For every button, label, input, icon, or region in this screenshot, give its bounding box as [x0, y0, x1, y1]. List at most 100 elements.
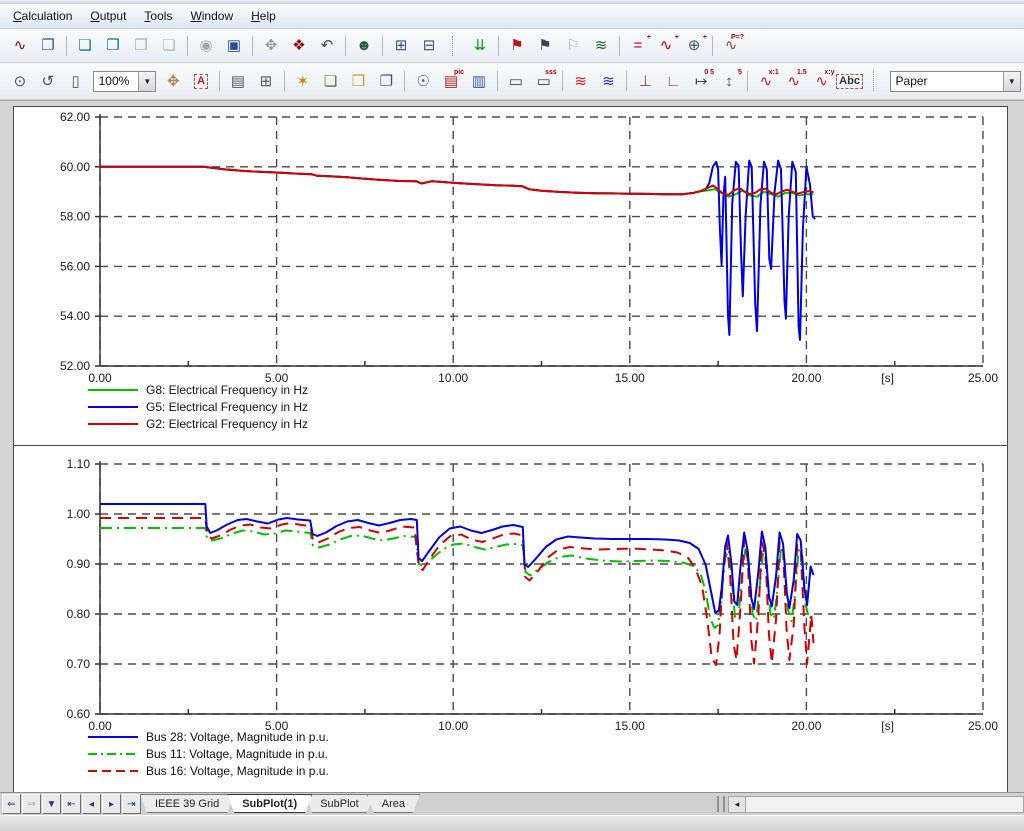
define-events-icon[interactable]: ⊕+: [681, 33, 707, 59]
scale-15-icon[interactable]: ∿1.5: [781, 68, 807, 94]
define-results-icon[interactable]: ∿+: [653, 33, 679, 59]
network-data-icon: ❏: [78, 38, 91, 53]
scale-xy-icon[interactable]: ∿x:y: [809, 68, 835, 94]
page-icon[interactable]: ▯: [63, 68, 89, 94]
voltage-chart-panel[interactable]: 0.600.700.800.901.001.100.005.0010.0015.…: [14, 446, 1007, 794]
frequency-chart-panel[interactable]: 52.0054.0056.0058.0060.0062.000.005.0010…: [14, 107, 1007, 446]
zoom-back-icon[interactable]: ↺: [35, 68, 61, 94]
menu-calculation[interactable]: Calculation: [4, 6, 81, 26]
toolbar-separator: [382, 36, 383, 56]
chevron-down-icon[interactable]: ▼: [1003, 72, 1020, 91]
copy-pages-icon[interactable]: ❐: [373, 68, 399, 94]
toolbar-separator: [187, 36, 188, 56]
update-database-icon[interactable]: ❖: [286, 33, 312, 59]
zoom-in-icon[interactable]: ⊙: [7, 68, 33, 94]
output-of-results-icon[interactable]: ∿P=?: [718, 33, 744, 59]
toolbar-separator: [619, 36, 620, 56]
output-window-icon: ⊟: [423, 38, 436, 53]
resume-disabled-icon[interactable]: ◉: [193, 33, 219, 59]
paper-select[interactable]: Paper▼: [890, 71, 1021, 92]
network-data-icon[interactable]: ❏: [72, 33, 98, 59]
menu-tools[interactable]: Tools: [135, 6, 181, 26]
curves-zoom-icon[interactable]: ≋: [596, 68, 622, 94]
undo-icon[interactable]: ↶: [314, 33, 340, 59]
voltage-chart-canvas[interactable]: 0.600.700.800.901.001.100.005.0010.0015.…: [14, 446, 1005, 793]
step-disabled-icon[interactable]: ⚐: [560, 33, 586, 59]
powerfactory-window: Calculation Output Tools Window Help ∿ ❐ ❏…: [0, 0, 1024, 831]
icon-tag-label: P=?: [731, 34, 744, 41]
inspect-disabled-icon[interactable]: ❒: [128, 33, 154, 59]
start-simulation-icon[interactable]: ⚑: [504, 33, 530, 59]
open-folder-icon[interactable]: ❒: [346, 68, 372, 94]
curve-G8[interactable]: [100, 167, 814, 197]
select-annotation-icon[interactable]: A: [188, 68, 214, 94]
page-setup-icon[interactable]: ⊞: [253, 68, 279, 94]
new-page-wizard-icon[interactable]: ✶: [290, 68, 316, 94]
last-tab-icon[interactable]: ⇥: [122, 794, 141, 814]
tab-splitter-handle[interactable]: [717, 796, 725, 812]
edit-data-icon[interactable]: ❐: [100, 33, 126, 59]
data-manager-icon: ❐: [41, 38, 54, 53]
film-strip-icon: ▭: [509, 74, 523, 89]
nav-back-icon[interactable]: ⇐: [2, 794, 21, 814]
label-abc-icon[interactable]: Abc: [837, 68, 863, 94]
define-variable-set-icon[interactable]: =+: [625, 33, 651, 59]
x-tick-label: 25.00: [968, 719, 998, 733]
chevron-down-icon[interactable]: ▼: [138, 72, 155, 91]
output-window-icon[interactable]: ⊟: [416, 33, 442, 59]
eye-icon[interactable]: ☉: [410, 68, 436, 94]
nav-forward-icon[interactable]: ⇒: [22, 794, 41, 814]
scrollbar-track[interactable]: [746, 797, 1023, 812]
insert-page-icon: ❏: [324, 74, 337, 89]
filter-arrows-icon[interactable]: ⇊: [467, 33, 493, 59]
tab-ieee-39-grid[interactable]: IEEE 39 Grid: [140, 794, 234, 813]
curve-Bus28[interactable]: [100, 504, 814, 613]
print-icon: ▤: [231, 74, 245, 89]
menu-output[interactable]: Output: [81, 6, 135, 26]
x-scale-icon[interactable]: ↦0 5: [688, 68, 714, 94]
pic-page-icon[interactable]: ▤pic: [438, 68, 464, 94]
x-axis-unit-label: [s]: [881, 719, 894, 733]
horizontal-scrollbar[interactable]: ◂: [728, 796, 1024, 813]
insert-page-icon[interactable]: ❏: [318, 68, 344, 94]
curves-style-icon[interactable]: ≋: [568, 68, 594, 94]
text-window-icon[interactable]: ▥: [466, 68, 492, 94]
tab-area[interactable]: Area: [367, 794, 420, 813]
film-strip-icon[interactable]: ▭: [503, 68, 529, 94]
y-scale-icon[interactable]: ↕5: [716, 68, 742, 94]
axis-corner-icon: ∟: [666, 74, 681, 89]
user-icon[interactable]: ☻: [351, 33, 377, 59]
print-icon[interactable]: ▤: [225, 68, 251, 94]
axis-both-icon[interactable]: ⊥: [632, 68, 658, 94]
frequency-chart-canvas[interactable]: 52.0054.0056.0058.0060.0062.000.005.0010…: [14, 107, 1005, 444]
data-manager-icon[interactable]: ❐: [35, 33, 61, 59]
run-plot-icon[interactable]: ≋: [588, 33, 614, 59]
pan-hand-disabled-icon[interactable]: ✥: [258, 33, 284, 59]
pan-icon[interactable]: ✥: [160, 68, 186, 94]
next-tab-icon[interactable]: ▸: [102, 794, 121, 814]
step-disabled-icon: ⚐: [566, 38, 579, 53]
step-simulation-icon[interactable]: ⚑: [532, 33, 558, 59]
toolbar-separator: [747, 71, 748, 91]
initial-conditions-icon[interactable]: ∿: [7, 33, 33, 59]
data-browser-icon[interactable]: ⊞: [388, 33, 414, 59]
new-page-wizard-icon: ✶: [296, 74, 309, 89]
axis-corner-icon[interactable]: ∟: [660, 68, 686, 94]
define-variable-set-icon: =: [634, 38, 643, 53]
pages-disabled-icon[interactable]: ❏: [156, 33, 182, 59]
first-tab-icon[interactable]: ⇤: [62, 794, 81, 814]
scale-x1-icon[interactable]: ∿x:1: [753, 68, 779, 94]
page-icon: ▯: [72, 74, 80, 89]
menu-help[interactable]: Help: [242, 6, 285, 26]
tab-subplot-1-[interactable]: SubPlot(1): [227, 794, 312, 813]
film-export-icon[interactable]: ▭sss: [531, 68, 557, 94]
menu-window[interactable]: Window: [181, 6, 242, 26]
scroll-left-icon[interactable]: ◂: [729, 797, 746, 812]
prev-tab-icon[interactable]: ◂: [82, 794, 101, 814]
save-icon[interactable]: ▣: [221, 33, 247, 59]
step-simulation-icon: ⚑: [538, 38, 551, 53]
tab-list-icon[interactable]: ▼: [42, 794, 61, 814]
tab-subplot[interactable]: SubPlot: [305, 794, 374, 813]
update-database-icon: ❖: [292, 38, 305, 53]
zoom-level-select[interactable]: 100%▼: [93, 71, 157, 92]
